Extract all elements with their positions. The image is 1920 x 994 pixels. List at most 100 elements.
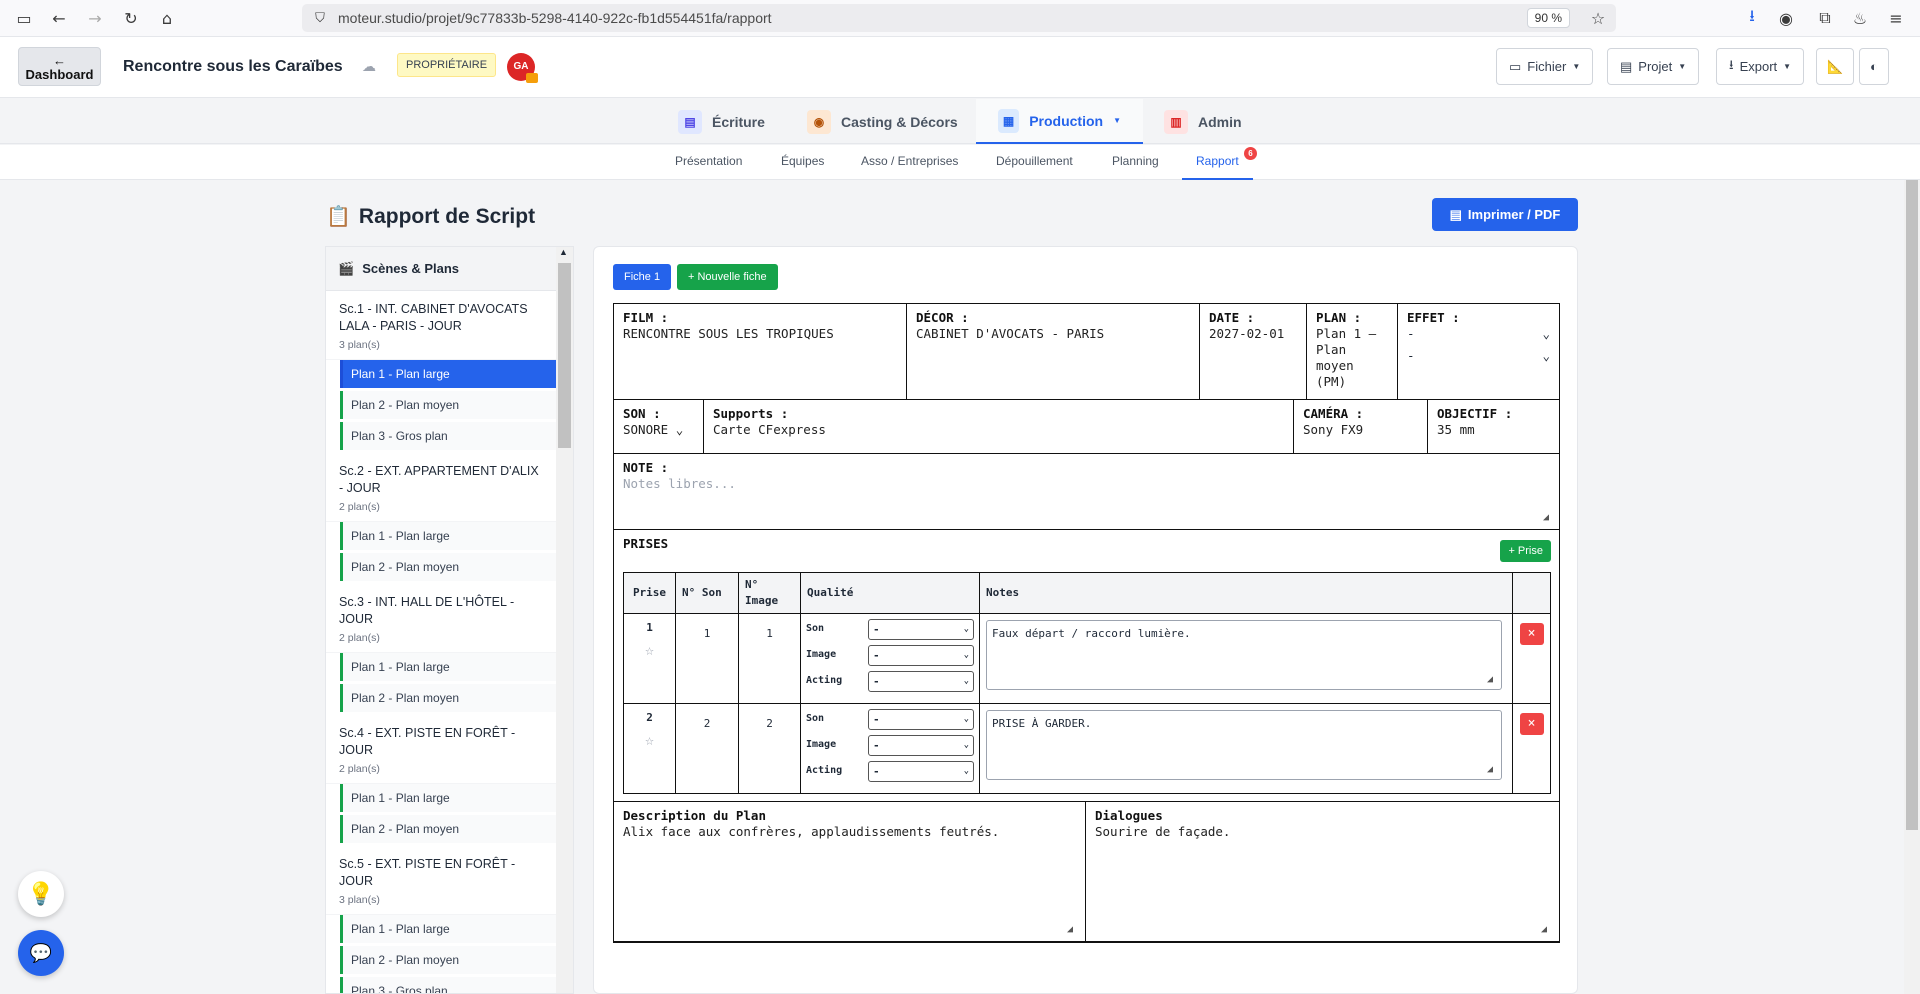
- plan-item[interactable]: Plan 2 - Plan moyen: [340, 815, 559, 843]
- resize-handle-icon[interactable]: ◢: [1487, 675, 1497, 685]
- quality-image-select[interactable]: - ⌄: [868, 644, 974, 666]
- description-textarea[interactable]: Alix face aux confrères, applaudissement…: [623, 824, 999, 839]
- tab-label: Admin: [1198, 113, 1242, 130]
- film-value[interactable]: RENCONTRE SOUS LES TROPIQUES: [623, 326, 834, 341]
- sidebar-toggle-icon[interactable]: ▭: [14, 8, 34, 28]
- clipboard-icon: 📋: [326, 206, 351, 228]
- forward-icon[interactable]: →: [85, 8, 105, 28]
- download-icon[interactable]: ⭳: [1742, 6, 1762, 28]
- chevron-down-icon: ⌄: [1542, 348, 1550, 363]
- image-number[interactable]: 2: [738, 703, 801, 794]
- reload-icon[interactable]: ↻: [121, 8, 141, 28]
- clapper-icon: ▦: [998, 108, 1020, 133]
- dashboard-button[interactable]: ← Dashboard: [18, 47, 101, 86]
- print-pdf-button[interactable]: ▤ Imprimer / PDF: [1432, 198, 1578, 231]
- dialogues-textarea[interactable]: Sourire de façade.: [1095, 824, 1230, 839]
- plan-item[interactable]: Plan 1 - Plan large: [340, 653, 559, 681]
- son-select[interactable]: SONORE ⌄: [623, 422, 683, 437]
- plan-item[interactable]: Plan 2 - Plan moyen: [340, 553, 559, 581]
- effet-select-1[interactable]: - ⌄: [1407, 326, 1550, 342]
- film-cell: FILM : RENCONTRE SOUS LES TROPIQUES: [614, 304, 907, 400]
- scene-item[interactable]: Sc.5 - EXT. PISTE EN FORÊT - JOUR 3 plan…: [326, 846, 557, 915]
- resize-handle-icon[interactable]: ◢: [1067, 925, 1077, 935]
- note-textarea[interactable]: Notes libres...: [623, 476, 736, 491]
- prise-notes-textarea[interactable]: PRISE À GARDER. ◢: [986, 710, 1502, 780]
- scene-item[interactable]: Sc.4 - EXT. PISTE EN FORÊT - JOUR 2 plan…: [326, 715, 557, 784]
- tab-casting[interactable]: ◉ Casting & Décors: [807, 99, 958, 144]
- page-scrollbar[interactable]: [1904, 180, 1920, 994]
- scene-item[interactable]: Sc.2 - EXT. APPARTEMENT D'ALIX - JOUR 2 …: [326, 453, 557, 522]
- print-label: Imprimer / PDF: [1467, 207, 1561, 222]
- resize-handle-icon[interactable]: ◢: [1543, 513, 1553, 523]
- plan-item[interactable]: Plan 1 - Plan large: [340, 522, 559, 550]
- table-row: 2 ☆ 2 2 Son - ⌄ Image - ⌄ Acting - ⌄ PRISE À G…: [623, 703, 1551, 794]
- prise-notes-textarea[interactable]: Faux départ / raccord lumière. ◢: [986, 620, 1502, 690]
- url-bar[interactable]: ⛉ moteur.studio/projet/9c77833b-5298-414…: [302, 4, 1616, 32]
- scene-item[interactable]: Sc.3 - INT. HALL DE L'HÔTEL - JOUR 2 pla…: [326, 584, 557, 653]
- dialogues-cell: Dialogues Sourire de façade. ◢: [1086, 802, 1559, 942]
- flame-icon[interactable]: ♨: [1850, 8, 1870, 28]
- bookmark-star-icon[interactable]: ☆: [1588, 8, 1608, 28]
- subtab-planning[interactable]: Planning: [1112, 145, 1159, 180]
- subtab-presentation[interactable]: Présentation: [675, 145, 742, 180]
- sidebar-scroll-thumb[interactable]: [558, 263, 571, 448]
- plan-item[interactable]: Plan 1 - Plan large: [340, 360, 559, 388]
- star-icon[interactable]: ☆: [630, 732, 669, 748]
- sidebar-scrollbar[interactable]: ▲: [556, 247, 573, 993]
- home-icon[interactable]: ⌂: [157, 8, 177, 28]
- camera-value[interactable]: Sony FX9: [1303, 422, 1363, 437]
- theme-toggle-button[interactable]: ◐: [1859, 48, 1889, 85]
- account-icon[interactable]: ◉: [1776, 8, 1796, 28]
- back-icon[interactable]: ←: [49, 8, 69, 28]
- date-value[interactable]: 2027-02-01: [1209, 326, 1284, 341]
- quality-son-select[interactable]: - ⌄: [868, 708, 974, 730]
- ruler-button[interactable]: 📐: [1816, 48, 1855, 85]
- son-number[interactable]: 2: [675, 703, 739, 794]
- quality-acting-select[interactable]: - ⌄: [868, 760, 974, 782]
- plan-value: Plan 1 — Plan moyen (PM): [1316, 326, 1377, 389]
- plan-item[interactable]: Plan 3 - Gros plan: [340, 977, 559, 993]
- plan-item[interactable]: Plan 1 - Plan large: [340, 915, 559, 943]
- scene-item[interactable]: Sc.1 - INT. CABINET D'AVOCATS LALA - PAR…: [326, 291, 557, 360]
- quality-image-select[interactable]: - ⌄: [868, 734, 974, 756]
- subtab-asso[interactable]: Asso / Entreprises: [861, 145, 958, 180]
- resize-handle-icon[interactable]: ◢: [1541, 925, 1551, 935]
- quality-acting-select[interactable]: - ⌄: [868, 670, 974, 692]
- subtab-rapport[interactable]: Rapport: [1182, 145, 1253, 180]
- delete-prise-button[interactable]: ×: [1519, 623, 1544, 645]
- resize-handle-icon[interactable]: ◢: [1487, 765, 1497, 775]
- new-fiche-button[interactable]: + Nouvelle fiche: [677, 264, 778, 290]
- image-number[interactable]: 1: [738, 613, 801, 704]
- delete-prise-button[interactable]: ×: [1519, 713, 1544, 735]
- plan-item[interactable]: Plan 2 - Plan moyen: [340, 391, 559, 419]
- effet-select-2[interactable]: - ⌄: [1407, 348, 1550, 364]
- page-scroll-thumb[interactable]: [1906, 180, 1918, 830]
- tab-ecriture[interactable]: ▤ Écriture: [678, 99, 765, 144]
- plan-item[interactable]: Plan 2 - Plan moyen: [340, 684, 559, 712]
- tips-button[interactable]: 💡: [18, 871, 64, 917]
- son-number[interactable]: 1: [675, 613, 739, 704]
- projet-menu-button[interactable]: ▤ Projet ▼: [1607, 48, 1700, 85]
- menu-icon[interactable]: ≡: [1886, 8, 1906, 28]
- plan-item[interactable]: Plan 1 - Plan large: [340, 784, 559, 812]
- add-prise-button[interactable]: + Prise: [1500, 540, 1551, 562]
- extensions-icon[interactable]: ⧉: [1815, 8, 1835, 28]
- plan-item[interactable]: Plan 3 - Gros plan: [340, 422, 559, 450]
- tab-production[interactable]: ▦ Production ▼: [976, 99, 1143, 144]
- supports-value[interactable]: Carte CFexpress: [713, 422, 826, 437]
- decor-value[interactable]: CABINET D'AVOCATS - PARIS: [916, 326, 1104, 341]
- subtab-equipes[interactable]: Équipes: [781, 145, 824, 180]
- star-icon[interactable]: ☆: [630, 642, 669, 658]
- quality-son-select[interactable]: - ⌄: [868, 618, 974, 640]
- scroll-up-icon[interactable]: ▲: [559, 247, 568, 257]
- chat-button[interactable]: 💬: [18, 930, 64, 976]
- shield-icon[interactable]: ⛉: [310, 8, 330, 28]
- fichier-menu-button[interactable]: ▭ Fichier ▼: [1496, 48, 1594, 85]
- zoom-level[interactable]: 90 %: [1526, 8, 1570, 28]
- objectif-value[interactable]: 35 mm: [1437, 422, 1475, 437]
- plan-item[interactable]: Plan 2 - Plan moyen: [340, 946, 559, 974]
- tab-admin[interactable]: ▥ Admin: [1164, 99, 1242, 144]
- export-menu-button[interactable]: ⭳ Export ▼: [1716, 48, 1805, 85]
- subtab-depouillement[interactable]: Dépouillement: [996, 145, 1073, 180]
- fiche-tab[interactable]: Fiche 1: [613, 264, 672, 290]
